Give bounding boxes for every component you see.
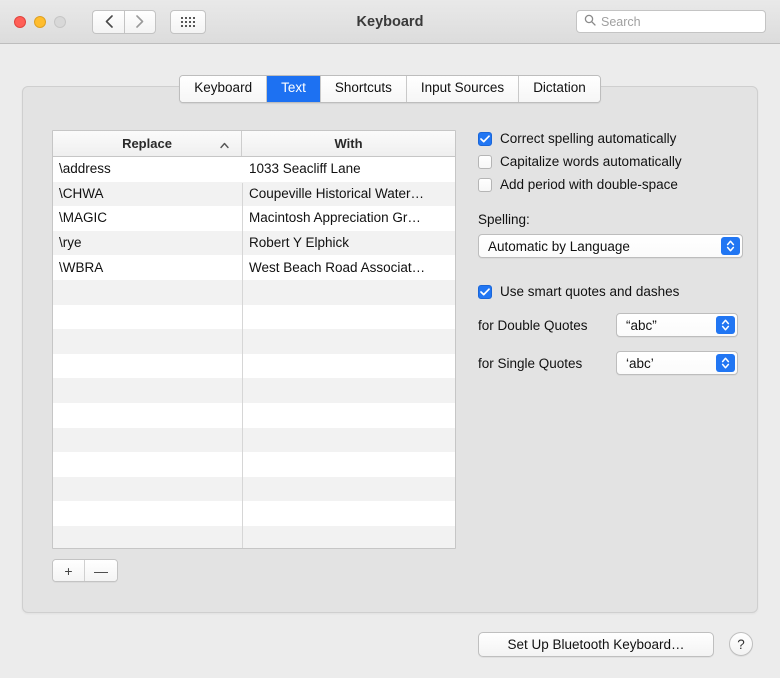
single-quotes-row: for Single Quotes ‘abc’ [478, 351, 743, 375]
table-row-empty [53, 329, 455, 354]
table-row-empty [53, 378, 455, 403]
correct-spelling-checkbox[interactable] [478, 132, 492, 146]
chevron-right-icon [136, 15, 144, 28]
tab-text[interactable]: Text [267, 76, 321, 102]
tab-group: Keyboard Text Shortcuts Input Sources Di… [179, 75, 600, 103]
table-row-empty [53, 280, 455, 305]
column-header-with[interactable]: With [242, 131, 455, 156]
double-quotes-value: “abc” [626, 318, 657, 333]
remove-entry-button[interactable]: — [85, 560, 117, 581]
chevron-updown-icon [716, 354, 735, 372]
double-quotes-label: for Double Quotes [478, 318, 606, 333]
table-row-empty [53, 526, 455, 549]
spelling-label: Spelling: [478, 212, 743, 227]
correct-spelling-label: Correct spelling automatically [500, 131, 676, 146]
cell-replace: \address [53, 157, 242, 181]
zoom-window-button[interactable] [54, 16, 66, 28]
double-quotes-row: for Double Quotes “abc” [478, 313, 743, 337]
all-preferences-grid-icon [181, 17, 195, 27]
show-all-preferences-button[interactable] [170, 10, 206, 34]
setup-bluetooth-keyboard-button[interactable]: Set Up Bluetooth Keyboard… [478, 632, 714, 657]
option-add-period[interactable]: Add period with double-space [478, 177, 743, 192]
forward-button[interactable] [124, 10, 156, 34]
table-row-empty [53, 501, 455, 526]
chevron-up-icon [220, 136, 229, 151]
search-input[interactable] [601, 15, 751, 29]
table-row-empty [53, 403, 455, 428]
single-quotes-popup-button[interactable]: ‘abc’ [616, 351, 738, 375]
back-button[interactable] [92, 10, 124, 34]
table-row-empty [53, 477, 455, 502]
add-period-checkbox[interactable] [478, 178, 492, 192]
cell-with: Robert Y Elphick [242, 231, 455, 255]
cell-with: Coupeville Historical Water… [242, 182, 455, 206]
table-row-empty [53, 452, 455, 477]
cell-with: 1033 Seacliff Lane [242, 157, 455, 181]
cell-replace: \WBRA [53, 256, 242, 280]
table-edit-buttons: + — [52, 559, 118, 582]
smart-quotes-label: Use smart quotes and dashes [500, 284, 679, 299]
search-field[interactable] [576, 10, 766, 33]
cell-with: West Beach Road Associat… [242, 256, 455, 280]
cell-replace: \MAGIC [53, 206, 242, 230]
table-row-empty [53, 305, 455, 330]
chevron-updown-icon [721, 237, 740, 255]
single-quotes-value: ‘abc’ [626, 356, 654, 371]
column-header-with-label: With [334, 136, 362, 151]
tab-bar: Keyboard Text Shortcuts Input Sources Di… [0, 75, 780, 103]
option-correct-spelling[interactable]: Correct spelling automatically [478, 131, 743, 146]
text-options-column: Correct spelling automatically Capitaliz… [478, 131, 743, 375]
table-row[interactable]: \MAGIC Macintosh Appreciation Gr… [53, 206, 455, 231]
table-header-row: Replace With [53, 131, 455, 157]
spelling-popup-button[interactable]: Automatic by Language [478, 234, 743, 258]
window-titlebar: Keyboard [0, 0, 780, 44]
column-header-replace-label: Replace [122, 136, 172, 151]
double-quotes-popup-button[interactable]: “abc” [616, 313, 738, 337]
add-period-label: Add period with double-space [500, 177, 678, 192]
text-replacement-table: Replace With \address 1033 Seacliff Lane… [52, 130, 456, 549]
tab-shortcuts[interactable]: Shortcuts [321, 76, 407, 102]
option-capitalize-words[interactable]: Capitalize words automatically [478, 154, 743, 169]
traffic-lights [14, 16, 66, 28]
cell-replace: \rye [53, 231, 242, 255]
cell-with: Macintosh Appreciation Gr… [242, 206, 455, 230]
table-row[interactable]: \address 1033 Seacliff Lane [53, 157, 455, 182]
table-row[interactable]: \CHWA Coupeville Historical Water… [53, 182, 455, 207]
search-icon [584, 13, 596, 31]
option-smart-quotes[interactable]: Use smart quotes and dashes [478, 284, 743, 299]
add-entry-button[interactable]: + [53, 560, 85, 581]
help-button[interactable]: ? [729, 632, 753, 656]
table-row-empty [53, 428, 455, 453]
capitalize-words-label: Capitalize words automatically [500, 154, 682, 169]
tab-dictation[interactable]: Dictation [519, 76, 600, 102]
smart-quotes-section: Use smart quotes and dashes for Double Q… [478, 284, 743, 375]
close-window-button[interactable] [14, 16, 26, 28]
table-row[interactable]: \rye Robert Y Elphick [53, 231, 455, 256]
spelling-popup-value: Automatic by Language [488, 239, 630, 254]
table-body: \address 1033 Seacliff Lane \CHWA Coupev… [53, 157, 455, 549]
cell-replace: \CHWA [53, 182, 242, 206]
table-row-empty [53, 354, 455, 379]
tab-input-sources[interactable]: Input Sources [407, 76, 519, 102]
chevron-left-icon [105, 15, 113, 28]
tab-keyboard[interactable]: Keyboard [180, 76, 267, 102]
preferences-panel: Replace With \address 1033 Seacliff Lane… [22, 86, 758, 613]
minimize-window-button[interactable] [34, 16, 46, 28]
chevron-updown-icon [716, 316, 735, 334]
single-quotes-label: for Single Quotes [478, 356, 606, 371]
column-header-replace[interactable]: Replace [53, 131, 242, 156]
capitalize-words-checkbox[interactable] [478, 155, 492, 169]
navigation-buttons [92, 10, 156, 34]
smart-quotes-checkbox[interactable] [478, 285, 492, 299]
table-row[interactable]: \WBRA West Beach Road Associat… [53, 255, 455, 280]
